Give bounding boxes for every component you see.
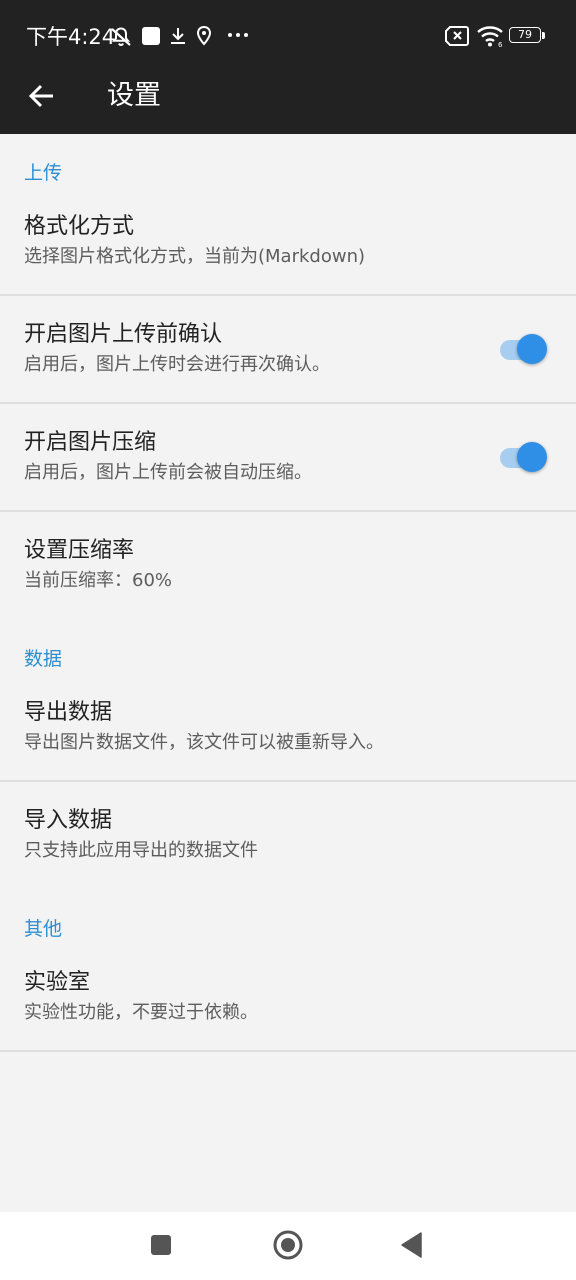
setting-title: 导出数据: [24, 700, 113, 725]
battery-level: 79: [518, 28, 532, 41]
setting-title: 设置压缩率: [24, 538, 135, 563]
setting-summary: 实验性功能，不要过于依赖。: [24, 1002, 258, 1023]
section-header-upload: 上传: [24, 162, 63, 184]
setting-title: 导入数据: [24, 808, 113, 833]
setting-upload-confirm[interactable]: 开启图片上传前确认 启用后，图片上传时会进行再次确认。: [0, 296, 576, 402]
section-header-other: 其他: [24, 918, 63, 940]
setting-summary: 启用后，图片上传时会进行再次确认。: [24, 354, 330, 375]
status-bar: 下午4:24 6 79: [0, 0, 576, 70]
setting-title: 格式化方式: [24, 214, 135, 239]
switch-thumb: [517, 442, 547, 472]
setting-image-compress[interactable]: 开启图片压缩 启用后，图片上传前会被自动压缩。: [0, 404, 576, 510]
setting-title: 开启图片上传前确认: [24, 322, 223, 347]
recents-square-icon: [151, 1235, 171, 1255]
setting-laboratory[interactable]: 实验室 实验性功能，不要过于依赖。: [0, 958, 576, 1050]
image-compress-toggle[interactable]: [500, 441, 548, 473]
setting-import-data[interactable]: 导入数据 只支持此应用导出的数据文件: [0, 782, 576, 882]
setting-export-data[interactable]: 导出数据 导出图片数据文件，该文件可以被重新导入。: [0, 688, 576, 780]
square-notification-icon: [142, 27, 160, 45]
page-title: 设置: [107, 80, 161, 111]
settings-list: 上传 格式化方式 选择图片格式化方式，当前为(Markdown) 开启图片上传前…: [0, 134, 576, 1212]
setting-summary: 导出图片数据文件，该文件可以被重新导入。: [24, 732, 384, 753]
status-time: 下午4:24: [26, 25, 116, 49]
app-bar: 设置: [0, 70, 576, 134]
arrow-left-icon: [28, 84, 53, 108]
switch-thumb: [517, 334, 547, 364]
setting-compress-ratio[interactable]: 设置压缩率 当前压缩率：60%: [0, 512, 576, 612]
recents-button[interactable]: [137, 1221, 185, 1269]
setting-summary: 选择图片格式化方式，当前为(Markdown): [24, 246, 365, 267]
setting-summary: 启用后，图片上传前会被自动压缩。: [24, 462, 312, 483]
setting-title: 实验室: [24, 970, 91, 995]
upload-confirm-toggle[interactable]: [500, 333, 548, 365]
sim-missing-icon: [445, 26, 469, 46]
back-triangle-icon: [401, 1232, 422, 1258]
system-navigation-bar: [0, 1212, 576, 1280]
notifications-off-icon: [111, 27, 131, 47]
back-button[interactable]: [16, 72, 68, 120]
section-header-data: 数据: [24, 648, 63, 670]
setting-title: 开启图片压缩: [24, 430, 157, 455]
download-icon: [171, 28, 185, 44]
top-app-area: 下午4:24 6 79 设置: [0, 0, 576, 134]
divider: [0, 1050, 576, 1052]
location-pin-icon: [196, 25, 212, 46]
setting-summary: 只支持此应用导出的数据文件: [24, 840, 258, 861]
back-nav-button[interactable]: [388, 1221, 436, 1269]
battery-icon: 79: [509, 27, 547, 45]
setting-summary: 当前压缩率：60%: [24, 570, 173, 591]
wifi-icon: 6: [477, 26, 503, 48]
home-circle-icon: [273, 1230, 303, 1260]
home-button[interactable]: [264, 1221, 312, 1269]
svg-text:6: 6: [498, 41, 503, 48]
setting-format-style[interactable]: 格式化方式 选择图片格式化方式，当前为(Markdown): [0, 202, 576, 294]
more-dots-icon: [228, 33, 248, 37]
